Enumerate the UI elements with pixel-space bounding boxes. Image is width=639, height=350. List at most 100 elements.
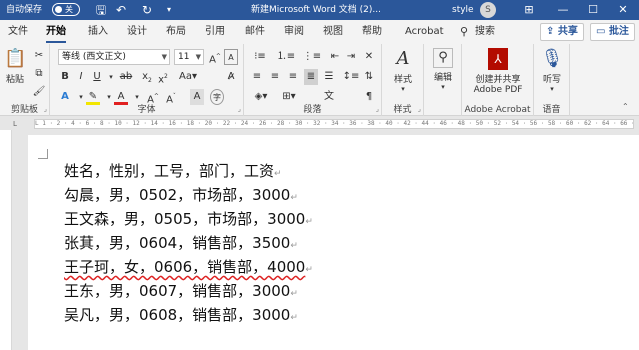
chevron-down-icon: ▼ <box>161 53 167 61</box>
cut-icon[interactable]: ✂ <box>32 48 46 64</box>
styles-button[interactable]: A 样式 ▾ <box>388 48 418 93</box>
undo-icon[interactable]: ↶ <box>112 0 130 20</box>
align-left-icon[interactable]: ≡ <box>250 69 264 85</box>
share-button[interactable]: ⇪ 共享 <box>540 23 584 41</box>
paragraph-mark-icon: ↵ <box>305 217 313 227</box>
create-pdf-button[interactable]: ⅄ 创建并共享 Adobe PDF <box>466 48 530 95</box>
paragraph-mark-icon: ↵ <box>290 289 298 299</box>
doc-line[interactable]: 王子珂，女，0606，销售部，4000↵ <box>64 257 313 280</box>
tab-mailings[interactable]: 邮件 <box>245 20 265 44</box>
doc-line-text: 王东，男，0607，销售部，3000 <box>64 282 291 300</box>
char-border-icon[interactable]: A <box>224 49 238 65</box>
voice-group: 🎙 听写 ▾ 语音 <box>534 44 570 116</box>
ruler-scale[interactable]: L 1 · 2 · 4 · 6 · 8 · 10 · 12 · 14 · 16 … <box>34 119 634 129</box>
editing-button[interactable]: ⚲ 编辑 ▾ <box>428 48 458 91</box>
tab-design[interactable]: 设计 <box>127 20 147 44</box>
distributed-icon[interactable]: ☰ <box>322 69 336 85</box>
dictate-button[interactable]: 🎙 听写 ▾ <box>537 48 567 93</box>
copy-icon[interactable]: ⧉ <box>32 66 46 82</box>
font-name-value: 等线 (西文正文) <box>62 52 126 62</box>
clear-format-icon[interactable]: A̷ <box>224 69 238 85</box>
underline-icon[interactable]: U <box>90 69 104 85</box>
tab-help[interactable]: 帮助 <box>362 20 382 44</box>
paragraph-launcher-icon[interactable]: ⌟ <box>376 105 379 113</box>
comments-label: 批注 <box>608 26 629 37</box>
bullets-icon[interactable]: ⁝≡ <box>250 49 270 65</box>
asian-layout-icon[interactable]: ✕ <box>362 49 376 65</box>
document-canvas: 姓名，性别，工号，部门，工资↵ 勾晨，男，0502，市场部，3000↵ 王文森，… <box>12 130 639 350</box>
doc-line[interactable]: 王文森，男，0505，市场部，3000↵ <box>64 209 313 232</box>
ribbon-display-icon[interactable]: ⊞ <box>518 0 540 20</box>
share-icon: ⇪ <box>546 26 558 37</box>
acrobat-group: ⅄ 创建并共享 Adobe PDF Adobe Acrobat <box>462 44 534 116</box>
tab-view[interactable]: 视图 <box>323 20 343 44</box>
justify-icon[interactable]: ≣ <box>304 69 318 85</box>
format-painter-icon[interactable]: 🖌 <box>32 84 46 100</box>
font-name-combo[interactable]: 等线 (西文正文) ▼ <box>58 49 170 65</box>
avatar[interactable]: S <box>480 2 496 18</box>
styles-label: 样式 <box>393 75 412 85</box>
ribbon-tabs: 文件 开始 插入 设计 布局 引用 邮件 审阅 视图 帮助 Acrobat ⚲ … <box>0 20 639 44</box>
paragraph-group-label: 段落 <box>303 105 322 115</box>
doc-line[interactable]: 张萁，男，0604，销售部，3500↵ <box>64 233 298 256</box>
doc-line[interactable]: 吴凡，男，0608，销售部，3000↵ <box>64 305 298 328</box>
create-share-label: 创建并共享 <box>475 75 521 85</box>
tab-layout[interactable]: 布局 <box>166 20 186 44</box>
paste-button[interactable]: 📋 粘贴 <box>4 48 26 85</box>
tab-selector-icon[interactable]: L <box>0 119 30 129</box>
doc-line[interactable]: 勾晨，男，0502，市场部，3000↵ <box>64 185 298 208</box>
editing-label: 编辑 <box>433 73 452 83</box>
tab-file[interactable]: 文件 <box>8 20 28 44</box>
minimize-icon[interactable]: — <box>552 0 574 20</box>
doc-line[interactable]: 姓名，性别，工号，部门，工资↵ <box>64 161 282 184</box>
chevron-down-icon: ▼ <box>195 53 201 61</box>
paragraph-mark-icon: ↵ <box>290 241 298 251</box>
tab-search[interactable]: 搜索 <box>475 20 495 44</box>
clipboard-launcher-icon[interactable]: ⌟ <box>44 105 47 113</box>
paragraph-mark-icon: ↵ <box>290 193 298 203</box>
bold-icon[interactable]: B <box>58 69 72 85</box>
strikethrough-icon[interactable]: ab <box>116 69 136 85</box>
close-icon[interactable]: ✕ <box>612 0 634 20</box>
font-group-label: 字体 <box>137 105 156 115</box>
save-icon[interactable]: 🖫 <box>92 0 110 20</box>
sort-icon[interactable]: ⇅ <box>362 69 376 85</box>
autosave-toggle[interactable]: 关 <box>52 3 80 16</box>
multilevel-list-icon[interactable]: ⋮≡ <box>302 49 322 65</box>
doc-line-text: 吴凡，男，0608，销售部，3000 <box>64 306 291 324</box>
align-right-icon[interactable]: ≡ <box>286 69 300 85</box>
horizontal-ruler: L L 1 · 2 · 4 · 6 · 8 · 10 · 12 · 14 · 1… <box>0 117 639 130</box>
paste-label: 粘贴 <box>5 75 24 85</box>
grow-font-icon[interactable]: A^ <box>208 49 222 65</box>
tab-acrobat[interactable]: Acrobat <box>405 20 444 44</box>
restore-icon[interactable]: ☐ <box>582 0 604 20</box>
font-launcher-icon[interactable]: ⌟ <box>238 105 241 113</box>
font-size-combo[interactable]: 11 ▼ <box>174 49 204 65</box>
increase-indent-icon[interactable]: ⇥ <box>344 49 358 65</box>
subscript-icon[interactable]: x2 <box>140 69 154 85</box>
superscript-icon[interactable]: x2 <box>156 69 170 85</box>
doc-line[interactable]: 王东，男，0607，销售部，3000↵ <box>64 281 298 304</box>
voice-group-label: 语音 <box>542 105 561 115</box>
comments-button[interactable]: ▭ 批注 <box>590 23 635 41</box>
redo-icon[interactable]: ↻ <box>138 0 156 20</box>
decrease-indent-icon[interactable]: ⇤ <box>328 49 342 65</box>
italic-icon[interactable]: I <box>74 69 88 85</box>
doc-line-text: 张萁，男，0604，销售部，3500 <box>64 234 291 252</box>
paragraph-mark-icon: ↵ <box>305 265 313 275</box>
line-spacing-icon[interactable]: ↕≡ <box>342 69 360 85</box>
chevron-down-icon: ▾ <box>401 85 405 93</box>
change-case-button[interactable]: Aa▾ <box>174 69 202 85</box>
tab-insert[interactable]: 插入 <box>88 20 108 44</box>
collapse-ribbon-icon[interactable]: ⌃ <box>622 102 629 111</box>
numbering-icon[interactable]: ⒈≡ <box>276 49 296 65</box>
tab-review[interactable]: 审阅 <box>284 20 304 44</box>
search-icon[interactable]: ⚲ <box>460 20 468 44</box>
tab-home[interactable]: 开始 <box>46 20 66 44</box>
tab-references[interactable]: 引用 <box>205 20 225 44</box>
customize-icon[interactable]: ▾ <box>160 0 178 20</box>
document-page[interactable]: 姓名，性别，工号，部门，工资↵ 勾晨，男，0502，市场部，3000↵ 王文森，… <box>28 135 639 350</box>
align-center-icon[interactable]: ≡ <box>268 69 282 85</box>
doc-line-text: 王文森，男，0505，市场部，3000 <box>64 210 306 228</box>
styles-launcher-icon[interactable]: ⌟ <box>418 105 421 113</box>
